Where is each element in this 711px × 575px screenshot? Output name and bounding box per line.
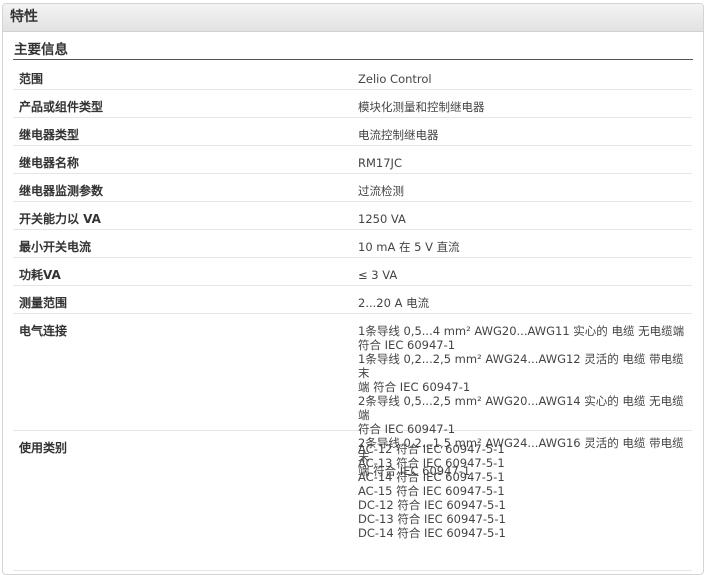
- spec-value: 10 mA 在 5 V 直流: [358, 240, 460, 254]
- spec-row-product-type: 产品或组件类型 模块化测量和控制继电器: [13, 90, 692, 118]
- spec-value-multiline: AC-12 符合 IEC 60947-5-1 AC-13 符合 IEC 6094…: [353, 431, 692, 570]
- spec-label: 电气连接: [19, 324, 68, 338]
- spec-value: 过流检测: [358, 184, 404, 198]
- spec-value-line: DC-13 符合 IEC 60947-5-1: [358, 512, 506, 526]
- spec-value: Zelio Control: [358, 72, 432, 86]
- spec-label: 产品或组件类型: [19, 100, 104, 114]
- spec-value-line: 1条导线 0,5...4 mm² AWG20...AWG11 实心的 电缆 无电…: [358, 324, 685, 338]
- spec-value-line: AC-13 符合 IEC 60947-5-1: [358, 456, 505, 470]
- spec-label: 范围: [19, 72, 44, 86]
- spec-value: 电流控制继电器: [358, 128, 439, 142]
- spec-label: 继电器类型: [19, 128, 80, 142]
- spec-value: 1250 VA: [358, 212, 406, 226]
- spec-value: 2...20 A 电流: [358, 296, 430, 310]
- spec-value: 模块化测量和控制继电器: [358, 100, 485, 114]
- spec-row-power-consumption: 功耗VA ≤ 3 VA: [13, 258, 692, 286]
- spec-row-electrical-connection: 电气连接 1条导线 0,5...4 mm² AWG20...AWG11 实心的 …: [13, 314, 692, 478]
- spec-label: 继电器名称: [19, 156, 80, 170]
- spec-table: 范围 Zelio Control 产品或组件类型 模块化测量和控制继电器 继电器…: [13, 62, 692, 571]
- spec-value-line: DC-12 符合 IEC 60947-5-1: [358, 498, 506, 512]
- spec-value-line: 端 符合 IEC 60947-1: [358, 380, 471, 394]
- section-title: 主要信息: [13, 40, 693, 60]
- spec-value: RM17JC: [358, 156, 402, 170]
- spec-row-range: 范围 Zelio Control: [13, 62, 692, 90]
- panel-title: 特性: [3, 4, 703, 32]
- spec-value-line: AC-14 符合 IEC 60947-5-1: [358, 470, 505, 484]
- spec-value-line: 符合 IEC 60947-1: [358, 338, 456, 352]
- spec-label: 继电器监测参数: [19, 184, 104, 198]
- spec-row-switching-capacity: 开关能力以 VA 1250 VA: [13, 202, 692, 230]
- spec-value-line: 2条导线 0,5...2,5 mm² AWG20...AWG14 实心的 电缆 …: [358, 394, 684, 422]
- spec-row-min-switching-current: 最小开关电流 10 mA 在 5 V 直流: [13, 230, 692, 258]
- spec-row-measurement-range: 测量范围 2...20 A 电流: [13, 286, 692, 314]
- spec-row-monitoring-parameter: 继电器监测参数 过流检测: [13, 174, 692, 202]
- spec-value: ≤ 3 VA: [358, 268, 398, 282]
- spec-label: 开关能力以 VA: [19, 212, 101, 226]
- spec-label: 使用类别: [19, 441, 68, 455]
- spec-value-line: DC-14 符合 IEC 60947-5-1: [358, 526, 506, 540]
- spec-value-line: AC-12 符合 IEC 60947-5-1: [358, 442, 505, 456]
- spec-label: 测量范围: [19, 296, 68, 310]
- spec-label: 最小开关电流: [19, 240, 92, 254]
- spec-value-line: 1条导线 0,2...2,5 mm² AWG24...AWG12 灵活的 电缆 …: [358, 352, 684, 380]
- spec-row-relay-type: 继电器类型 电流控制继电器: [13, 118, 692, 146]
- spec-value-multiline: 1条导线 0,5...4 mm² AWG20...AWG11 实心的 电缆 无电…: [353, 314, 692, 478]
- spec-row-relay-name: 继电器名称 RM17JC: [13, 146, 692, 174]
- spec-row-utilization-category: 使用类别 AC-12 符合 IEC 60947-5-1 AC-13 符合 IEC…: [13, 431, 692, 571]
- spec-label: 功耗VA: [19, 268, 61, 282]
- spec-value-line: AC-15 符合 IEC 60947-5-1: [358, 484, 505, 498]
- characteristics-panel: 特性 主要信息 范围 Zelio Control 产品或组件类型 模块化测量和控…: [2, 3, 704, 575]
